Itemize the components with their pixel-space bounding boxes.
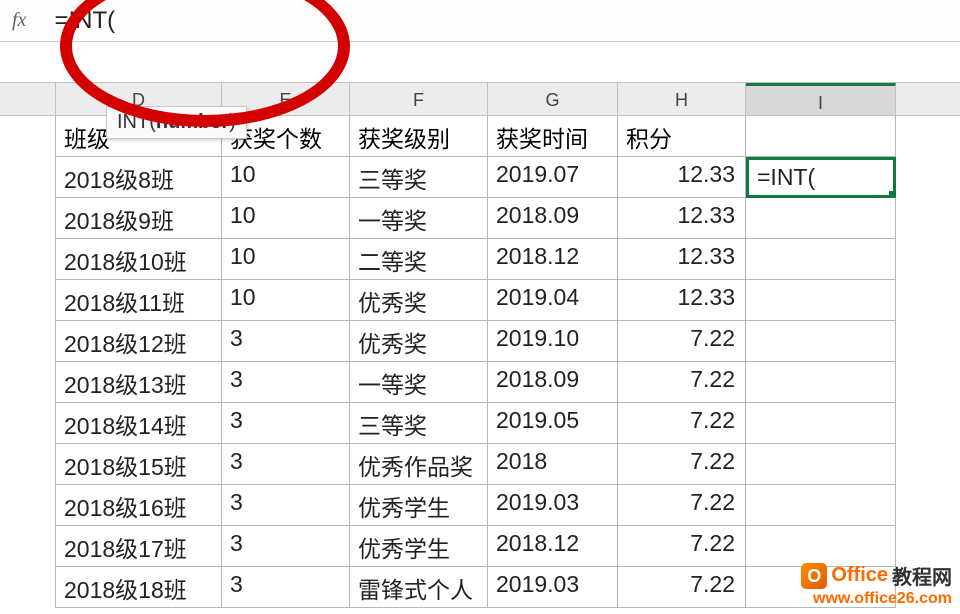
cell-E[interactable]: 3 [222, 321, 350, 362]
cell-F[interactable]: 雷锋式个人 [350, 567, 488, 608]
col-header-I[interactable]: I [746, 83, 896, 115]
cell-D[interactable]: 2018级12班 [55, 321, 222, 362]
cell-F[interactable]: 优秀作品奖 [350, 444, 488, 485]
table-row: 2018级16班3优秀学生2019.037.22 [0, 485, 960, 526]
cell-G[interactable]: 2019.04 [488, 280, 618, 321]
cell-H[interactable]: 12.33 [618, 157, 746, 198]
watermark-brand-cn: 教程网 [892, 561, 952, 590]
cell-E[interactable]: 10 [222, 280, 350, 321]
cell-F[interactable]: 优秀学生 [350, 485, 488, 526]
cell-H[interactable]: 7.22 [618, 444, 746, 485]
cell-H[interactable]: 7.22 [618, 526, 746, 567]
header-time[interactable]: 获奖时间 [488, 116, 618, 157]
table-row: 2018级15班3优秀作品奖20187.22 [0, 444, 960, 485]
cell-H[interactable]: 7.22 [618, 567, 746, 608]
cell-E[interactable]: 10 [222, 198, 350, 239]
cell-D[interactable]: 2018级13班 [55, 362, 222, 403]
cell-H[interactable]: 12.33 [618, 239, 746, 280]
cell-E[interactable]: 3 [222, 526, 350, 567]
cell-H[interactable]: 12.33 [618, 198, 746, 239]
formula-input[interactable]: =INT( [54, 7, 960, 35]
table-row: 2018级13班3一等奖2018.097.22 [0, 362, 960, 403]
cell-E[interactable]: 3 [222, 444, 350, 485]
tooltip-suffix: ) [229, 111, 236, 133]
cell-G[interactable]: 2018.12 [488, 239, 618, 280]
tooltip-argument: number [156, 111, 229, 133]
cell-G[interactable]: 2019.05 [488, 403, 618, 444]
cell-F[interactable]: 三等奖 [350, 157, 488, 198]
cell-H[interactable]: 12.33 [618, 280, 746, 321]
table-row: 2018级11班10优秀奖2019.0412.33 [0, 280, 960, 321]
cell-G[interactable]: 2019.07 [488, 157, 618, 198]
cell-E[interactable]: 3 [222, 567, 350, 608]
cell-G[interactable]: 2018.09 [488, 198, 618, 239]
cell-G[interactable]: 2019.03 [488, 567, 618, 608]
header-extra[interactable] [746, 116, 896, 157]
cell-D[interactable]: 2018级16班 [55, 485, 222, 526]
cell-D[interactable]: 2018级18班 [55, 567, 222, 608]
cell-E[interactable]: 10 [222, 239, 350, 280]
cell-E[interactable]: 3 [222, 403, 350, 444]
cell-G[interactable]: 2018.12 [488, 526, 618, 567]
cell-I[interactable] [746, 403, 896, 444]
col-header-G[interactable]: G [488, 83, 618, 115]
cell-D[interactable]: 2018级8班 [55, 157, 222, 198]
cell-H[interactable]: 7.22 [618, 362, 746, 403]
cell-D[interactable]: 2018级15班 [55, 444, 222, 485]
cell-E[interactable]: 10 [222, 157, 350, 198]
cell-I[interactable] [746, 198, 896, 239]
cell-D[interactable]: 2018级10班 [55, 239, 222, 280]
spreadsheet-grid: D E F G H I 班级 获奖个数 获奖级别 获奖时间 积分 2018级8班… [0, 82, 960, 608]
cell-I[interactable] [746, 485, 896, 526]
cell-H[interactable]: 7.22 [618, 485, 746, 526]
watermark-icon: O [801, 563, 827, 589]
cell-F[interactable]: 优秀奖 [350, 321, 488, 362]
table-row: 2018级12班3优秀奖2019.107.22 [0, 321, 960, 362]
cell-H[interactable]: 7.22 [618, 321, 746, 362]
cell-G[interactable]: 2019.10 [488, 321, 618, 362]
cell-E[interactable]: 3 [222, 362, 350, 403]
cell-D[interactable]: 2018级9班 [55, 198, 222, 239]
tooltip-prefix: INT( [117, 111, 156, 133]
cell-I[interactable] [746, 239, 896, 280]
header-score[interactable]: 积分 [618, 116, 746, 157]
cell-F[interactable]: 优秀学生 [350, 526, 488, 567]
table-row: 2018级8班10三等奖2019.0712.33=INT( [0, 157, 960, 198]
cell-I[interactable]: =INT( [746, 157, 896, 198]
cell-F[interactable]: 一等奖 [350, 362, 488, 403]
cell-G[interactable]: 2018.09 [488, 362, 618, 403]
cell-I[interactable] [746, 444, 896, 485]
table-row: 2018级9班10一等奖2018.0912.33 [0, 198, 960, 239]
cell-I[interactable] [746, 280, 896, 321]
cell-E[interactable]: 3 [222, 485, 350, 526]
header-level[interactable]: 获奖级别 [350, 116, 488, 157]
cell-H[interactable]: 7.22 [618, 403, 746, 444]
cell-G[interactable]: 2019.03 [488, 485, 618, 526]
cell-D[interactable]: 2018级11班 [55, 280, 222, 321]
function-tooltip[interactable]: INT(number) [106, 106, 247, 139]
cell-G[interactable]: 2018 [488, 444, 618, 485]
cell-I[interactable] [746, 321, 896, 362]
cell-F[interactable]: 三等奖 [350, 403, 488, 444]
cell-D[interactable]: 2018级14班 [55, 403, 222, 444]
fx-icon[interactable]: fx [12, 9, 26, 32]
cell-D[interactable]: 2018级17班 [55, 526, 222, 567]
watermark: O Office教程网 www.office26.com [801, 561, 952, 608]
table-row: 2018级14班3三等奖2019.057.22 [0, 403, 960, 444]
watermark-brand: Office [831, 564, 888, 587]
col-header-H[interactable]: H [618, 83, 746, 115]
watermark-url: www.office26.com [801, 590, 952, 608]
formula-bar: fx =INT( [0, 0, 960, 42]
cell-F[interactable]: 二等奖 [350, 239, 488, 280]
cell-I[interactable] [746, 362, 896, 403]
cell-F[interactable]: 一等奖 [350, 198, 488, 239]
table-row: 2018级10班10二等奖2018.1212.33 [0, 239, 960, 280]
cell-F[interactable]: 优秀奖 [350, 280, 488, 321]
col-header-F[interactable]: F [350, 83, 488, 115]
